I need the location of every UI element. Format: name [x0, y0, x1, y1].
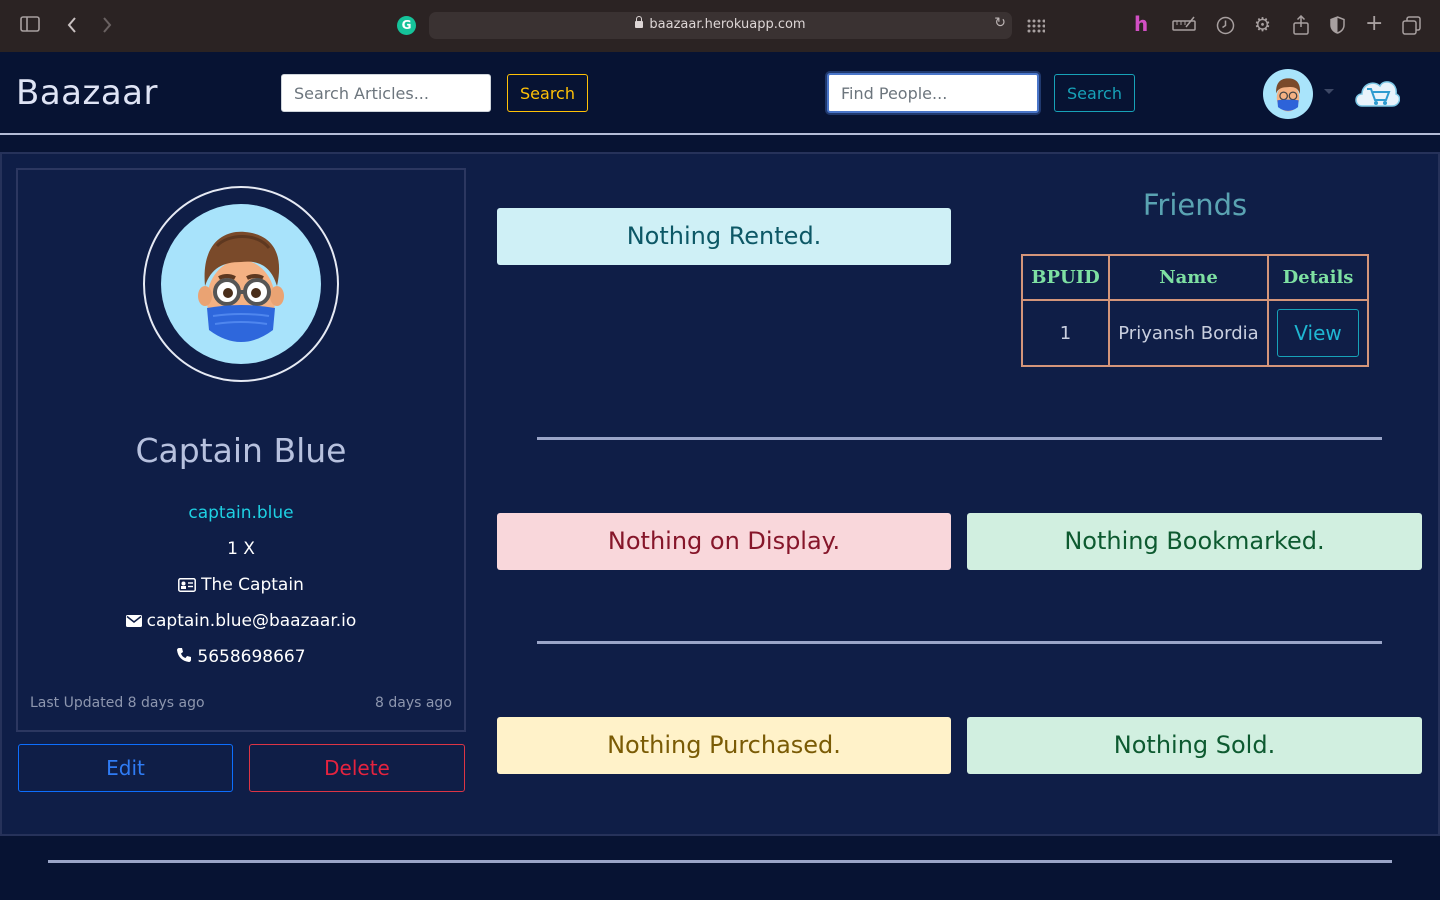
created-time-text: 8 days ago: [375, 695, 452, 711]
history-icon[interactable]: [1216, 16, 1235, 35]
purchased-alert: Nothing Purchased.: [497, 717, 951, 774]
people-search-input[interactable]: [827, 73, 1039, 113]
forward-icon[interactable]: [101, 16, 113, 34]
sidebar-toggle-icon[interactable]: [20, 16, 40, 32]
back-icon[interactable]: [66, 16, 78, 34]
share-icon[interactable]: [1293, 15, 1309, 35]
view-friend-button[interactable]: View: [1277, 309, 1359, 357]
profile-phone: 5658698667: [197, 647, 306, 667]
ruler-icon[interactable]: [1172, 16, 1196, 32]
friends-table: BPUID Name Details 1 Priyansh Bordia Vie…: [1021, 254, 1369, 367]
last-updated-text: Last Updated 8 days ago: [30, 695, 205, 711]
tab-overview-icon[interactable]: [1402, 16, 1421, 35]
navbar-divider: [0, 133, 1440, 135]
bookmarked-alert: Nothing Bookmarked.: [967, 513, 1422, 570]
friend-name: Priyansh Bordia: [1108, 299, 1269, 367]
brand-logo-text[interactable]: Baazaar: [16, 73, 158, 113]
grid-icon[interactable]: [1027, 16, 1045, 34]
rented-alert: Nothing Rented.: [497, 208, 951, 265]
profile-email-row: captain.blue@baazaar.io: [16, 611, 466, 631]
address-url: baazaar.herokuapp.com: [649, 17, 806, 32]
site-navbar: [0, 52, 1440, 134]
address-bar[interactable]: baazaar.herokuapp.com ↻: [429, 12, 1012, 39]
honey-extension-icon[interactable]: h: [1134, 14, 1148, 34]
friends-heading: Friends: [1142, 188, 1248, 222]
section-divider: [537, 437, 1382, 440]
profile-email: captain.blue@baazaar.io: [146, 611, 357, 631]
profile-username-link[interactable]: captain.blue: [16, 503, 466, 523]
profile-title-row: The Captain: [16, 575, 466, 595]
chevron-down-icon[interactable]: [1324, 89, 1334, 94]
cloud-cart-logo-icon[interactable]: [1352, 72, 1400, 114]
delete-profile-button[interactable]: Delete: [249, 744, 465, 792]
user-avatar-menu[interactable]: [1263, 69, 1313, 119]
column-header-name: Name: [1108, 254, 1269, 301]
browser-toolbar: G baazaar.herokuapp.com ↻ h ⚙ +: [0, 0, 1440, 52]
settings-gear-icon[interactable]: ⚙: [1254, 15, 1271, 35]
display-alert: Nothing on Display.: [497, 513, 951, 570]
phone-icon: [176, 647, 192, 663]
column-header-bpuid: BPUID: [1021, 254, 1110, 301]
footer-divider: [48, 860, 1392, 863]
lock-icon: [635, 16, 644, 28]
reload-icon[interactable]: ↻: [994, 15, 1006, 31]
profile-level: 1 X: [227, 539, 255, 559]
profile-phone-row: 5658698667: [16, 647, 466, 667]
id-card-icon: [178, 578, 197, 592]
article-search-button[interactable]: Search: [507, 74, 588, 112]
profile-name: Captain Blue: [135, 431, 347, 470]
section-divider: [537, 641, 1382, 644]
envelope-icon: [125, 615, 142, 627]
table-row: 1 Priyansh Bordia View: [1021, 299, 1369, 367]
friend-details-cell: View: [1267, 299, 1369, 367]
shield-icon[interactable]: [1330, 16, 1345, 34]
profile-title: The Captain: [201, 575, 304, 595]
article-search-input[interactable]: [281, 74, 491, 112]
people-search-button[interactable]: Search: [1054, 74, 1135, 112]
column-header-details: Details: [1267, 254, 1369, 301]
friend-bpuid: 1: [1021, 299, 1110, 367]
edit-profile-button[interactable]: Edit: [18, 744, 233, 792]
profile-avatar: [161, 204, 321, 364]
grammarly-icon[interactable]: G: [397, 16, 416, 35]
new-tab-plus-icon[interactable]: +: [1365, 13, 1383, 35]
sold-alert: Nothing Sold.: [967, 717, 1422, 774]
